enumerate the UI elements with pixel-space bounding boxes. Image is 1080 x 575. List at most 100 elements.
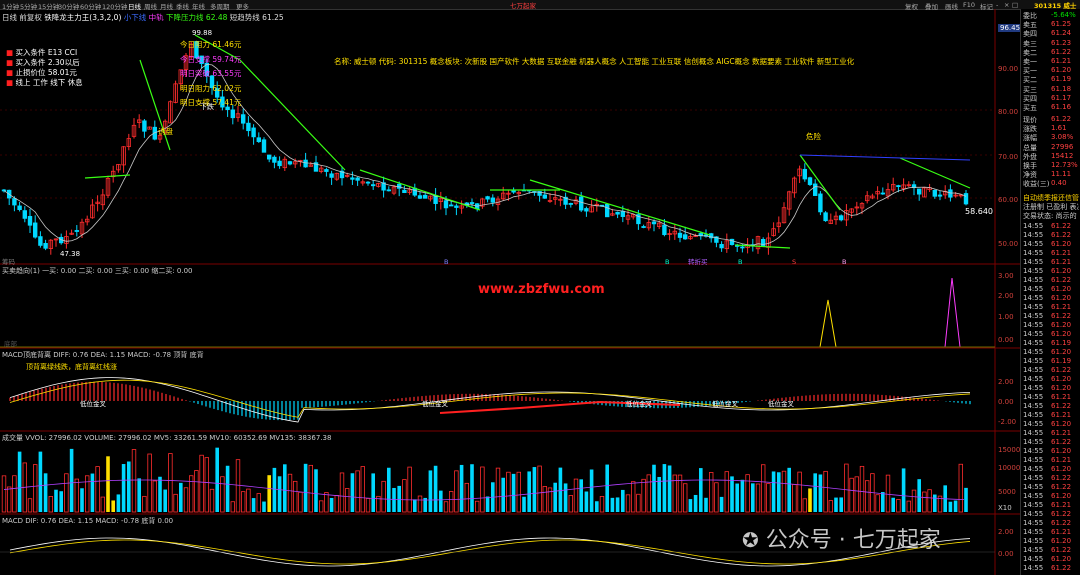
tick-row: 14:55 61.20	[1021, 267, 1079, 276]
volume-bar	[516, 471, 521, 513]
quote-label: 卖一	[1023, 58, 1037, 66]
quote-label: 买四	[1023, 94, 1037, 103]
candle-body	[12, 198, 17, 206]
volume-bar	[958, 463, 963, 513]
tick-row: 14:55 61.20	[1021, 330, 1079, 339]
tick-price: 61.20	[1051, 554, 1072, 563]
volume-bar	[137, 478, 141, 512]
quote-row: 现价 61.22	[1021, 115, 1079, 124]
trend-line	[239, 59, 346, 171]
volume-bar	[298, 491, 303, 513]
quote-value: 1.61	[1051, 124, 1067, 133]
tick-price: 61.20	[1051, 446, 1072, 455]
trend-line	[359, 169, 481, 211]
volume-bar	[693, 494, 698, 512]
quote-label: 买五	[1023, 104, 1037, 112]
tick-time: 14:55	[1023, 491, 1044, 500]
signal-spike-magenta	[944, 277, 961, 348]
volume-bar	[777, 472, 781, 512]
volume-bar	[318, 500, 324, 513]
tick-price: 61.20	[1051, 284, 1072, 293]
candle-body	[818, 193, 823, 213]
candle-body	[469, 202, 475, 204]
candle-body	[579, 196, 584, 211]
volume-bar	[314, 469, 318, 512]
volume-bar	[106, 456, 110, 512]
volume-bar	[74, 478, 79, 513]
quote-label: 卖五	[1023, 21, 1037, 30]
last-price-label: 58.640	[965, 207, 993, 216]
candle-body	[740, 246, 745, 249]
candle-body	[261, 139, 267, 153]
volume-bar	[204, 457, 209, 513]
tick-price: 61.22	[1051, 518, 1072, 527]
volume-bar	[90, 473, 95, 512]
volume-bar	[230, 501, 235, 513]
candle-body	[823, 212, 828, 222]
volume-bar	[740, 479, 745, 512]
trend-line	[899, 157, 971, 189]
candle-body	[277, 160, 282, 167]
quote-value: -5.64%	[1051, 11, 1076, 19]
candle-body	[932, 189, 937, 197]
candle-body	[43, 243, 48, 249]
cross-label-2: 低位金叉	[422, 400, 448, 408]
tick-price: 61.21	[1051, 392, 1072, 401]
volume-bar	[85, 475, 90, 513]
quote-value: 61.23	[1051, 38, 1072, 47]
volume-bar	[179, 482, 183, 512]
p4-axis-10000: 10000	[998, 464, 1021, 472]
quote-value: 3.08%	[1051, 133, 1074, 142]
p3-axis-0: 0.00	[998, 398, 1014, 406]
candle-body	[651, 221, 657, 225]
signal-spike-yellow	[819, 299, 837, 348]
quote-row: 收益(三) 0.40	[1021, 179, 1079, 188]
volume-bar	[906, 500, 911, 513]
candle-body	[355, 177, 360, 181]
volume-bar	[522, 496, 526, 512]
quote-row: 换手 12.73%	[1021, 161, 1079, 170]
volume-bar	[917, 479, 921, 512]
volume-bar	[808, 488, 812, 512]
quote-label: 净资	[1023, 171, 1037, 180]
panel4-header: 成交量 VVOL: 27996.02 VOLUME: 27996.02 MV5:…	[2, 434, 332, 442]
candle-body	[813, 183, 818, 196]
volume-bar	[121, 464, 126, 512]
tick-price: 61.19	[1051, 338, 1072, 347]
tick-price: 61.20	[1051, 374, 1072, 383]
volume-bar	[287, 473, 293, 513]
volume-bar	[454, 470, 459, 513]
tick-price: 61.21	[1051, 410, 1072, 419]
tick-time: 14:55	[1023, 266, 1044, 275]
volume-bar	[64, 473, 69, 513]
volume-bar	[350, 473, 355, 512]
candle-body	[485, 196, 490, 200]
tick-price: 61.22	[1051, 275, 1072, 284]
cross-label-4: 低位金叉	[712, 400, 738, 408]
volume-bar	[542, 486, 547, 513]
tick-row: 14:55 61.21	[1021, 528, 1079, 537]
tick-price: 61.22	[1051, 401, 1072, 410]
candle-body	[719, 244, 724, 249]
candle-body	[386, 189, 391, 192]
resistance-line	[799, 154, 971, 161]
quote-value: 61.19	[1051, 75, 1072, 84]
tick-row: 14:55 61.20	[1021, 465, 1079, 474]
quote-value: 61.20	[1051, 66, 1072, 75]
cross-label-1: 低位金叉	[80, 400, 106, 408]
candle-body	[963, 193, 969, 205]
annotation-danger: 危险	[806, 132, 821, 141]
cross-label-5: 低位金叉	[768, 400, 794, 408]
tick-row: 14:55 61.21	[1021, 393, 1079, 402]
tick-row: 14:55 61.22	[1021, 519, 1079, 528]
price-axis-70: 80.00	[998, 108, 1019, 116]
volume-bar	[131, 449, 137, 513]
tick-row: 14:55 61.20	[1021, 240, 1079, 249]
candle-body	[880, 192, 885, 195]
tick-time: 14:55	[1023, 329, 1044, 338]
volume-bar	[262, 501, 266, 512]
volume-bar	[152, 480, 157, 513]
candle-body	[251, 127, 256, 138]
volume-bar	[215, 447, 219, 512]
quote-value: 61.25	[1051, 20, 1072, 29]
